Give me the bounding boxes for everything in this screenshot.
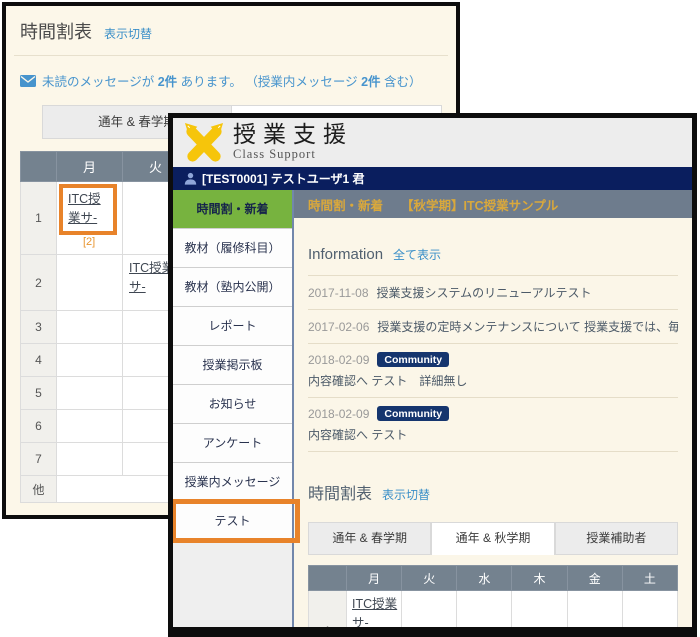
breadcrumb-course[interactable]: 【秋学期】ITC授業サンプル — [401, 195, 558, 214]
mail-icon — [20, 75, 36, 87]
divider — [14, 55, 448, 56]
course-link[interactable]: ITC授業サ- — [68, 190, 108, 229]
timetable-title: 時間割表 — [20, 18, 92, 44]
news-date: 2018-02-09 — [308, 353, 369, 367]
information-heading-row: Information 全て表示 — [308, 246, 678, 263]
breadcrumb-current[interactable]: 時間割・新着 — [308, 195, 383, 214]
day-header: 金 — [567, 566, 622, 591]
news-item[interactable]: 2017-02-06 授業支援の定時メンテナンスについて 授業支援では、毎日 午… — [308, 310, 678, 344]
logo-text-block: 授業支援 Class Support — [233, 123, 353, 162]
day-header: 木 — [512, 566, 567, 591]
course-link[interactable]: ITC授業サ- — [352, 595, 399, 627]
news-item[interactable]: 2017-11-08 授業支援システムのリニューアルテスト — [308, 276, 678, 310]
class-support-window: 授業支援 Class Support [TEST0001] テストユーザ1 君 … — [168, 113, 697, 637]
day-header: 月 — [57, 152, 123, 182]
period-label: 5 — [21, 377, 57, 410]
news-title[interactable]: 授業支援の定時メンテナンスについて 授業支援では、毎日 午前 5:... — [377, 318, 678, 335]
crossed-pens-logo-icon — [182, 123, 226, 163]
news-item[interactable]: 2018-02-09 Community 内容確認へ テスト 詳細無し — [308, 344, 678, 398]
user-bar: [TEST0001] テストユーザ1 君 — [173, 167, 692, 190]
day-header: 土 — [622, 566, 677, 591]
window-body: 時間割・新着 教材（履修科目） 教材（塾内公開） レポート 授業掲示板 お知らせ… — [173, 190, 692, 627]
timetable-cell-mon-1: ITC授業サ- — [347, 591, 402, 628]
unread-message-notice[interactable]: 未読のメッセージが 2件 あります。 （授業内メッセージ 2件 含む） — [20, 71, 442, 90]
timetable-cell — [57, 255, 123, 311]
app-title: 授業支援 — [233, 123, 353, 147]
news-item[interactable]: 2018-02-09 Community 内容確認へ テスト — [308, 398, 678, 452]
day-header: 月 — [347, 566, 402, 591]
period-label: 7 — [21, 443, 57, 476]
table-header-row: 月 火 水 木 金 土 — [309, 566, 678, 591]
breadcrumb: 時間割・新着 【秋学期】ITC授業サンプル — [294, 190, 692, 218]
day-header: 火 — [402, 566, 457, 591]
community-badge: Community — [377, 406, 449, 421]
sidebar-item-class-board[interactable]: 授業掲示板 — [173, 346, 292, 385]
sidebar-item-survey[interactable]: アンケート — [173, 424, 292, 463]
person-icon — [184, 172, 197, 185]
sidebar-item-materials-public[interactable]: 教材（塾内公開） — [173, 268, 292, 307]
sidebar-item-class-messages[interactable]: 授業内メッセージ — [173, 463, 292, 502]
period-label: 2 — [21, 255, 57, 311]
period-label: 3 — [21, 311, 57, 344]
front-timetable: 月 火 水 木 金 土 1 ITC授業サ- — [308, 565, 678, 627]
view-all-link[interactable]: 全て表示 — [393, 246, 441, 263]
sidebar-item-notices[interactable]: お知らせ — [173, 385, 292, 424]
app-header: 授業支援 Class Support — [173, 118, 692, 167]
notice-text: 未読のメッセージが 2件 あります。 （授業内メッセージ 2件 含む） — [42, 71, 422, 90]
main-content: 時間割・新着 【秋学期】ITC授業サンプル Information 全て表示 2… — [294, 190, 692, 627]
timetable-cell-mon-1: ITC授業サ- [2] — [57, 182, 123, 255]
news-title[interactable]: 授業支援システムのリニューアルテスト — [377, 284, 592, 301]
information-heading: Information — [308, 246, 383, 263]
tab-fall-semester[interactable]: 通年 & 秋学期 — [431, 522, 554, 555]
day-header: 水 — [457, 566, 512, 591]
sidebar-item-materials-enrolled[interactable]: 教材（履修科目） — [173, 229, 292, 268]
back-title-row: 時間割表 表示切替 — [20, 18, 442, 44]
news-body[interactable]: 内容確認へ テスト — [308, 426, 678, 443]
period-label: 4 — [21, 344, 57, 377]
table-row: 1 ITC授業サ- — [309, 591, 678, 628]
content-scroll-area: Information 全て表示 2017-11-08 授業支援システムのリニュ… — [294, 218, 692, 627]
news-date: 2017-11-08 — [308, 286, 369, 300]
semester-tabs: 通年 & 春学期 通年 & 秋学期 授業補助者 — [308, 522, 678, 555]
display-toggle-link[interactable]: 表示切替 — [104, 25, 152, 42]
tab-spring-semester[interactable]: 通年 & 春学期 — [308, 522, 431, 555]
sidebar-item-report[interactable]: レポート — [173, 307, 292, 346]
news-date: 2018-02-09 — [308, 407, 369, 421]
user-name-label: [TEST0001] テストユーザ1 君 — [202, 170, 364, 187]
timetable-heading: 時間割表 — [308, 480, 372, 504]
app-subtitle: Class Support — [233, 147, 353, 162]
sidebar-nav: 時間割・新着 教材（履修科目） 教材（塾内公開） レポート 授業掲示板 お知らせ… — [173, 190, 294, 627]
news-list: 2017-11-08 授業支援システムのリニューアルテスト 2017-02-06… — [308, 275, 678, 452]
corner-cell — [21, 152, 57, 182]
sidebar-item-timetable-news[interactable]: 時間割・新着 — [173, 190, 292, 229]
community-badge: Community — [377, 352, 449, 367]
timetable-heading-row: 時間割表 表示切替 — [308, 480, 678, 504]
tab-class-assistant[interactable]: 授業補助者 — [555, 522, 678, 555]
period-label: 1 — [21, 182, 57, 255]
corner-cell — [309, 566, 347, 591]
news-date: 2017-02-06 — [308, 320, 369, 334]
news-body[interactable]: 内容確認へ テスト 詳細無し — [308, 372, 678, 389]
period-label: 1 — [309, 591, 347, 628]
period-label: 6 — [21, 410, 57, 443]
sidebar-item-test[interactable]: テスト — [173, 502, 292, 541]
display-toggle-link[interactable]: 表示切替 — [382, 486, 430, 503]
period-label: 他 — [21, 476, 57, 503]
unread-count-badge[interactable]: [2] — [83, 236, 120, 248]
annotation-highlight: ITC授業サ- — [59, 184, 117, 235]
